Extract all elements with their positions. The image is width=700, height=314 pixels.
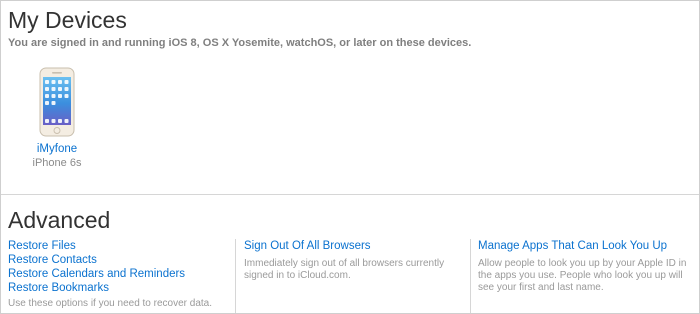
restore-files-link[interactable]: Restore Files: [8, 239, 233, 253]
manage-apps-link[interactable]: Manage Apps That Can Look You Up: [478, 239, 696, 253]
my-devices-title: My Devices: [8, 7, 127, 33]
sign-out-all-browsers-link[interactable]: Sign Out Of All Browsers: [244, 239, 459, 253]
device-card-imyfone[interactable]: iMyfone iPhone 6s: [21, 67, 93, 169]
sign-out-column: Sign Out Of All Browsers Immediately sig…: [244, 239, 459, 282]
restore-description: Use these options if you need to recover…: [8, 298, 213, 309]
my-devices-section: My Devices You are signed in and running…: [1, 1, 699, 193]
iphone-icon: [39, 67, 75, 137]
column-divider: [470, 239, 471, 313]
my-devices-subtitle: You are signed in and running iOS 8, OS …: [8, 37, 472, 49]
restore-column: Restore Files Restore Contacts Restore C…: [8, 239, 233, 310]
page-frame: My Devices You are signed in and running…: [0, 0, 700, 314]
device-name: iMyfone: [36, 143, 78, 155]
column-divider: [235, 239, 236, 313]
device-model: iPhone 6s: [32, 157, 82, 169]
manage-apps-description: Allow people to look you up by your Appl…: [478, 258, 687, 293]
advanced-title: Advanced: [8, 207, 111, 233]
sign-out-description: Immediately sign out of all browsers cur…: [244, 258, 445, 281]
restore-calendars-link[interactable]: Restore Calendars and Reminders: [8, 267, 233, 281]
restore-contacts-link[interactable]: Restore Contacts: [8, 253, 233, 267]
advanced-section: Advanced Restore Files Restore Contacts …: [1, 195, 699, 313]
restore-bookmarks-link[interactable]: Restore Bookmarks: [8, 281, 233, 295]
manage-apps-column: Manage Apps That Can Look You Up Allow p…: [478, 239, 696, 294]
